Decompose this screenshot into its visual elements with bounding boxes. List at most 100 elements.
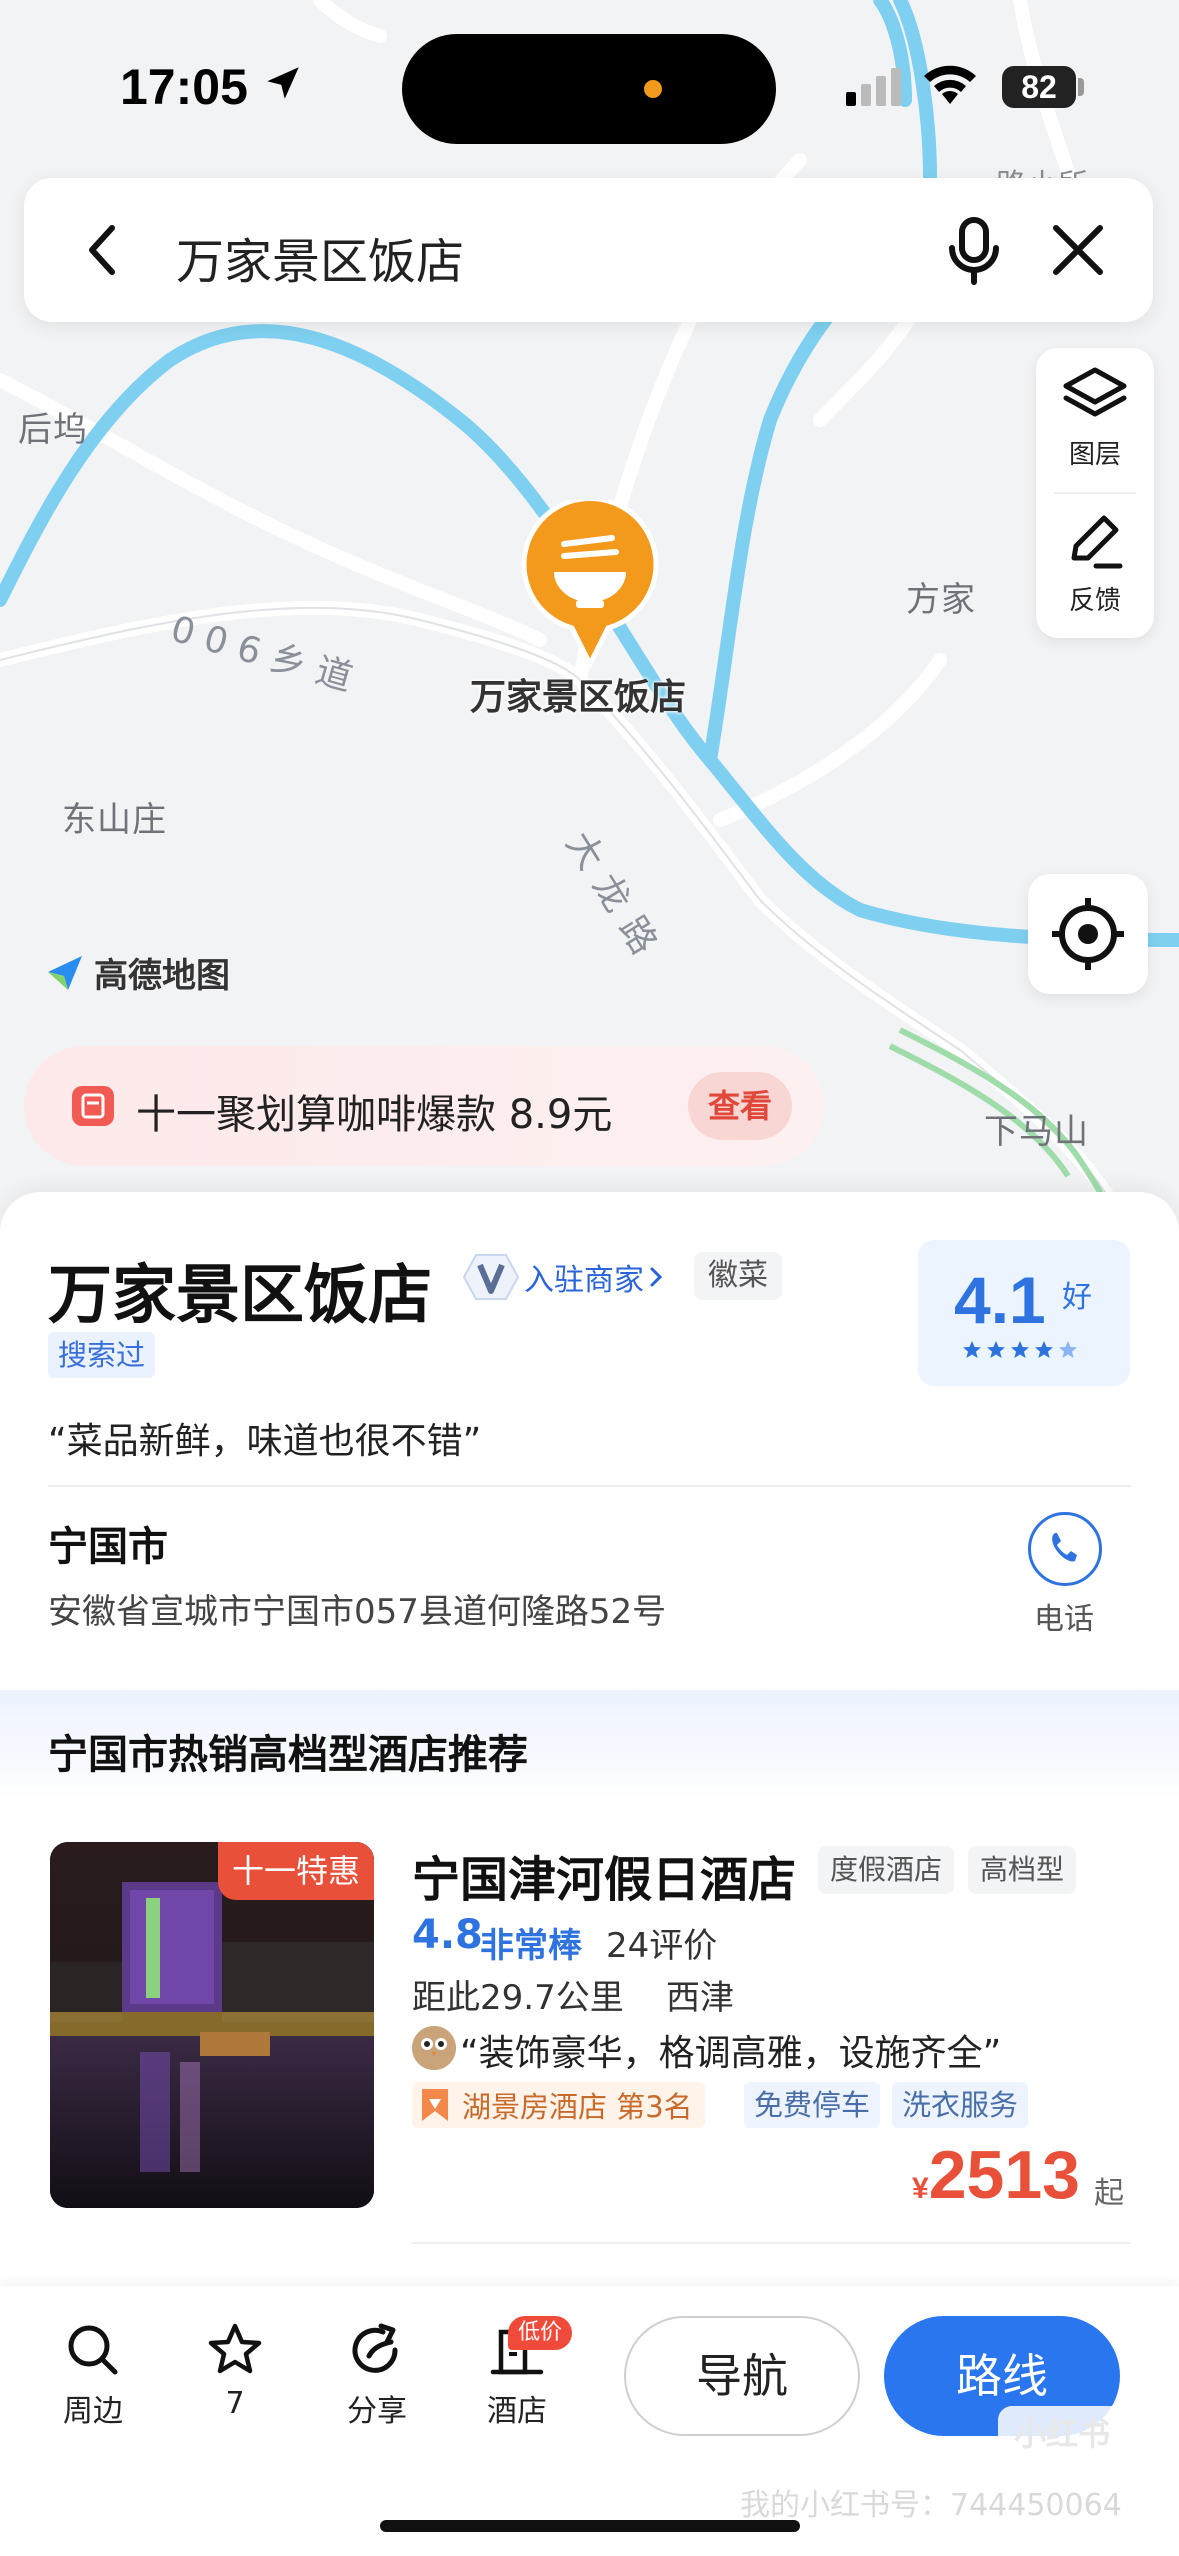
home-indicator[interactable]	[380, 2520, 800, 2532]
crosshair-icon	[1052, 898, 1124, 970]
star-icon	[208, 2323, 262, 2374]
amap-logo-text: 高德地图	[94, 956, 230, 996]
poi-quote: “菜品新鲜，味道也很不错”	[48, 1421, 482, 1462]
price-suffix: 起	[1094, 2176, 1124, 2211]
phone-label: 电话	[1034, 1602, 1094, 1637]
service-tag-parking: 免费停车	[744, 2082, 881, 2128]
favorite-count: 7	[225, 2386, 245, 2421]
share-icon	[352, 2323, 398, 2373]
hotel-label: 酒店	[487, 2394, 547, 2429]
rating-stars	[962, 1340, 1078, 1360]
status-time: 17:05	[120, 59, 248, 115]
hotel-rank-tag[interactable]: 湖景房酒店 第3名	[412, 2082, 705, 2128]
watermark-text: 我的小红书号：744450064	[740, 2488, 1122, 2523]
battery-indicator: 82	[1002, 66, 1076, 108]
share-button[interactable]: 分享	[322, 2320, 432, 2430]
tools-divider	[1054, 492, 1136, 494]
search-bar[interactable]: 万家景区饭店	[24, 178, 1153, 322]
hotel-name[interactable]: 宁国津河假日酒店	[412, 1840, 796, 1910]
map-label-fangjia: 方家	[906, 580, 976, 620]
feedback-button[interactable]: 反馈	[1036, 510, 1154, 617]
back-icon[interactable]	[68, 214, 140, 286]
promo-banner[interactable]: 十一聚划算咖啡爆款 8.9元 查看	[24, 1046, 824, 1166]
poi-address[interactable]: 安徽省宣城市宁国市057县道何隆路52号	[48, 1584, 666, 1633]
close-icon[interactable]	[1042, 214, 1114, 286]
hotel-distance: 距此29.7公里	[412, 1978, 624, 2018]
map-tools-panel: 图层 反馈	[1036, 348, 1154, 638]
promo-view-button[interactable]: 查看	[688, 1072, 792, 1140]
nearby-label: 周边	[63, 2394, 123, 2429]
location-arrow-icon	[267, 67, 299, 99]
merchant-badge-label: 入驻商家	[524, 1263, 644, 1298]
chevron-right-icon	[650, 1267, 663, 1287]
bottom-action-bar: 周边 7 分享 酒店 低价 导航 路线 小红书 我的小红书号：744450064	[0, 2286, 1179, 2556]
layers-button[interactable]: 图层	[1036, 364, 1154, 471]
price-value: 2513	[928, 2137, 1080, 2213]
microphone-icon[interactable]	[940, 214, 1008, 286]
hotel-tag-resort: 度假酒店	[818, 1846, 955, 1894]
locate-me-button[interactable]	[1028, 874, 1148, 994]
feedback-label: 反馈	[1068, 586, 1121, 616]
cellular-signal-icon	[846, 68, 901, 106]
favorite-button[interactable]: 7	[180, 2320, 290, 2421]
map-label-xiamashan: 下马山	[984, 1112, 1089, 1152]
map-view[interactable]: 后坞 方家 东山庄 下马山 路小所 0 0 6 乡 道 大龙路 17:05 82…	[0, 0, 1179, 1230]
price-currency: ¥	[912, 2172, 929, 2205]
rank-bookmark-icon	[422, 2089, 448, 2121]
hotel-rank-text: 湖景房酒店 第3名	[462, 2090, 693, 2124]
battery-tip	[1078, 78, 1084, 96]
star-icon	[963, 1341, 981, 1358]
hotel-score: 4.8	[412, 1912, 483, 1958]
map-label-houwu: 后坞	[18, 410, 88, 450]
search-query[interactable]: 万家景区饭店	[176, 222, 464, 292]
hotel-quote: “装饰豪华，格调高雅，设施齐全”	[460, 2033, 1002, 2074]
star-icon	[987, 1341, 1005, 1358]
hotel-photo[interactable]: 十一特惠	[50, 1842, 374, 2208]
marker-label: 万家景区饭店	[470, 677, 687, 718]
search-icon	[68, 2325, 118, 2375]
layers-icon	[1063, 367, 1127, 417]
nearby-button[interactable]: 周边	[38, 2320, 148, 2430]
poi-city: 宁国市	[48, 1524, 168, 1570]
merchant-badge[interactable]: 入驻商家	[462, 1248, 668, 1306]
navigate-button[interactable]: 导航	[624, 2316, 860, 2436]
amap-logo: 高德地图	[44, 948, 230, 997]
service-tag-laundry: 洗衣服务	[892, 2082, 1029, 2128]
privacy-indicator-dot	[644, 80, 662, 98]
layers-label: 图层	[1068, 440, 1121, 470]
poi-name: 万家景区饭店	[48, 1259, 432, 1333]
hotel-score-word: 非常棒	[480, 1926, 582, 1966]
low-price-badge: 低价	[508, 2316, 573, 2350]
cuisine-tag: 徽菜	[694, 1252, 782, 1300]
rating-word: 好	[1062, 1280, 1092, 1315]
promo-text: 十一聚划算咖啡爆款 8.9元	[136, 1092, 613, 1138]
phone-button[interactable]	[1028, 1512, 1102, 1586]
dynamic-island	[402, 34, 776, 144]
rating-box[interactable]: 4.1 好	[918, 1240, 1130, 1386]
hotel-tag-grade: 高档型	[968, 1846, 1077, 1894]
watermark-logo: 小红书	[998, 2406, 1126, 2462]
hotel-price: ¥2513	[912, 2136, 1080, 2214]
divider	[412, 2242, 1131, 2244]
coupon-icon	[72, 1086, 114, 1126]
verified-v-icon	[462, 1254, 520, 1300]
wifi-icon	[924, 65, 976, 104]
phone-icon	[1052, 1533, 1077, 1562]
map-label-dongshanzhuang: 东山庄	[62, 800, 167, 840]
recommend-title: 宁国市热销高档型酒店推荐	[48, 1732, 528, 1778]
hotel-promo-badge: 十一特惠	[218, 1842, 374, 1900]
star-icon	[1035, 1341, 1053, 1358]
amap-logo-icon	[48, 955, 82, 990]
share-label: 分享	[347, 2394, 407, 2429]
star-icon	[1059, 1341, 1077, 1358]
star-icon	[1011, 1341, 1029, 1358]
restaurant-marker-icon[interactable]	[520, 500, 660, 670]
rating-score: 4.1	[954, 1263, 1046, 1337]
divider	[48, 1485, 1131, 1487]
searched-tag: 搜索过	[48, 1332, 156, 1378]
hotel-area: 西津	[666, 1978, 734, 2018]
reviewer-avatar	[412, 2026, 456, 2070]
feedback-pencil-icon	[1071, 515, 1123, 569]
hotel-reviews: 24评价	[606, 1926, 718, 1966]
owl-avatar-icon	[412, 2026, 456, 2070]
